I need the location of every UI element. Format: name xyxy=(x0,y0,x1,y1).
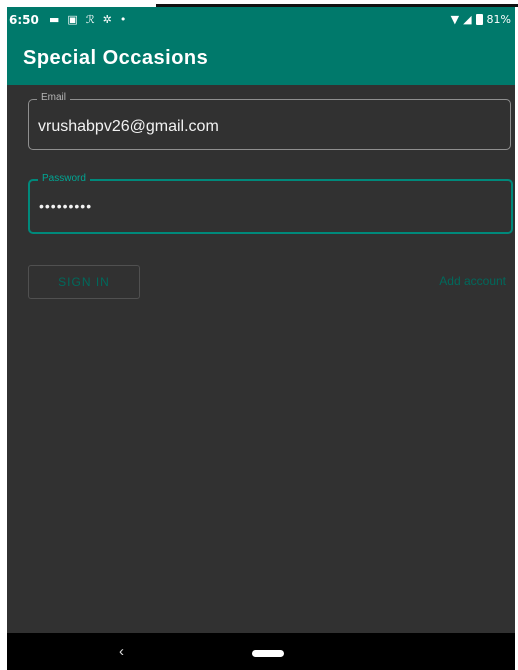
status-bar: 6:50 ▬ ▣ ℛ ✲ • ▼ ◢ 81% xyxy=(7,7,515,33)
translate-icon: ℛ xyxy=(85,13,95,26)
status-time: 6:50 xyxy=(9,13,39,27)
home-icon[interactable] xyxy=(252,650,284,657)
sign-in-button[interactable]: SIGN IN xyxy=(28,265,140,299)
top-edge xyxy=(0,0,518,7)
battery-level: 81% xyxy=(486,13,511,26)
phone-screen: 6:50 ▬ ▣ ℛ ✲ • ▼ ◢ 81% Special Occasions… xyxy=(7,7,515,670)
navigation-bar: ‹ xyxy=(7,633,515,670)
email-input[interactable]: vrushabpv26@gmail.com xyxy=(38,118,219,136)
status-right: ▼ ◢ 81% xyxy=(451,13,511,26)
password-field[interactable]: Password ••••••••• xyxy=(28,173,513,234)
message-icon: ▬ xyxy=(49,13,60,26)
page-title: Special Occasions xyxy=(23,47,209,69)
add-account-link[interactable]: Add account xyxy=(439,274,506,288)
password-input[interactable]: ••••••••• xyxy=(39,198,92,214)
battery-icon xyxy=(475,14,483,25)
image-icon: ▣ xyxy=(67,13,78,26)
app-bar: Special Occasions xyxy=(7,33,515,85)
email-field[interactable]: Email vrushabpv26@gmail.com xyxy=(28,92,511,150)
password-label: Password xyxy=(38,173,90,184)
back-icon[interactable]: ‹ xyxy=(119,643,124,660)
signal-icon: ◢ xyxy=(463,13,472,26)
wifi-icon: ▼ xyxy=(450,13,460,26)
email-label: Email xyxy=(37,92,71,103)
settings-icon: ✲ xyxy=(102,13,112,26)
notification-icons: ▬ ▣ ℛ ✲ • xyxy=(49,13,126,26)
dot-icon: • xyxy=(119,13,127,26)
